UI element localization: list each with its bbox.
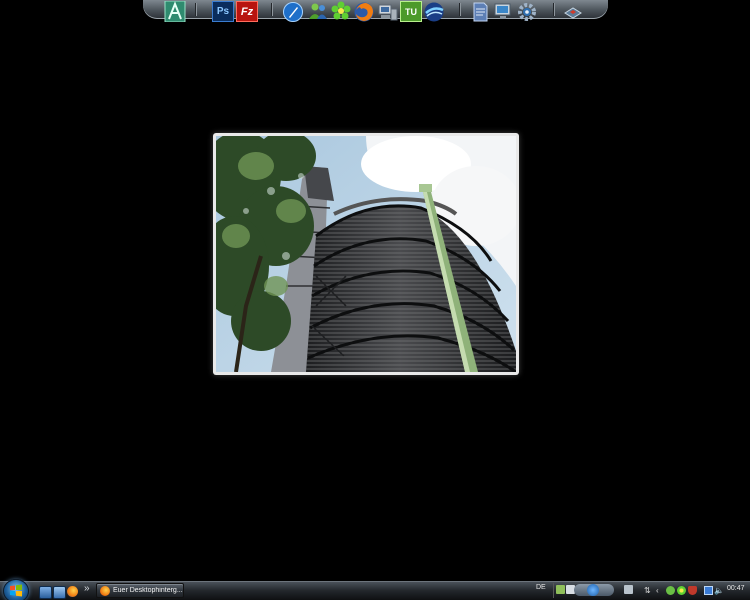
antivirus-shield-icon[interactable] (688, 586, 697, 595)
speaker-icon[interactable]: 🔈 (714, 586, 724, 595)
icq-flower-icon[interactable] (330, 1, 352, 22)
messenger-icon[interactable] (307, 1, 329, 22)
notepad-label: TU (405, 6, 417, 17)
settings-icon[interactable] (516, 1, 538, 22)
dock-separator (459, 3, 460, 16)
media-toolbar (553, 583, 640, 598)
pen-tool-icon[interactable] (282, 1, 304, 22)
show-desktop-icon[interactable] (39, 586, 52, 599)
firefox-icon[interactable] (353, 1, 375, 22)
gasometer-photo (216, 136, 516, 372)
start-button[interactable] (3, 579, 29, 600)
media-mini-icon[interactable] (556, 585, 565, 594)
dock-separator (271, 3, 272, 16)
photoshop-label: Ps (216, 6, 230, 17)
computer-icon[interactable] (377, 1, 399, 22)
desktop: Ps Fz TU » Euer Desktophinterg... DE ⇅ ‹… (0, 0, 750, 600)
font-app-icon[interactable] (164, 1, 186, 22)
taskbar-window-title: Euer Desktophinterg... (113, 587, 183, 594)
play-icon[interactable] (587, 584, 599, 596)
messenger-tray-icon[interactable] (666, 586, 675, 595)
quicklaunch-more-chevron[interactable]: » (84, 583, 90, 594)
switch-windows-icon[interactable] (53, 586, 66, 599)
clock[interactable]: 00:47 (727, 585, 745, 592)
windows-logo-icon (10, 584, 22, 597)
firefox-quicklaunch-icon[interactable] (67, 586, 78, 597)
volume-toolbar-icon[interactable] (624, 585, 633, 594)
icq-tray-icon[interactable] (677, 586, 686, 595)
monitor-icon[interactable] (493, 1, 515, 22)
google-earth-icon[interactable] (423, 1, 445, 22)
network-tray-icon[interactable] (704, 586, 713, 595)
dock-separator (553, 3, 554, 16)
dock-separator (195, 3, 196, 16)
taskbar-window-button[interactable]: Euer Desktophinterg... (96, 583, 184, 598)
document-icon[interactable] (469, 1, 491, 22)
notepad-icon[interactable]: TU (400, 1, 422, 22)
wallpaper-photo (213, 133, 519, 375)
language-indicator[interactable]: DE (536, 584, 546, 591)
network-icon[interactable] (562, 1, 584, 22)
show-hidden-icons-chevron[interactable]: ‹ (656, 586, 665, 595)
firefox-task-icon (100, 585, 110, 596)
filezilla-label: Fz (240, 5, 254, 18)
photoshop-icon[interactable]: Ps (212, 1, 234, 22)
media-controls[interactable] (574, 584, 614, 596)
filezilla-icon[interactable]: Fz (236, 1, 258, 22)
network-activity-icon[interactable]: ⇅ (644, 586, 653, 595)
